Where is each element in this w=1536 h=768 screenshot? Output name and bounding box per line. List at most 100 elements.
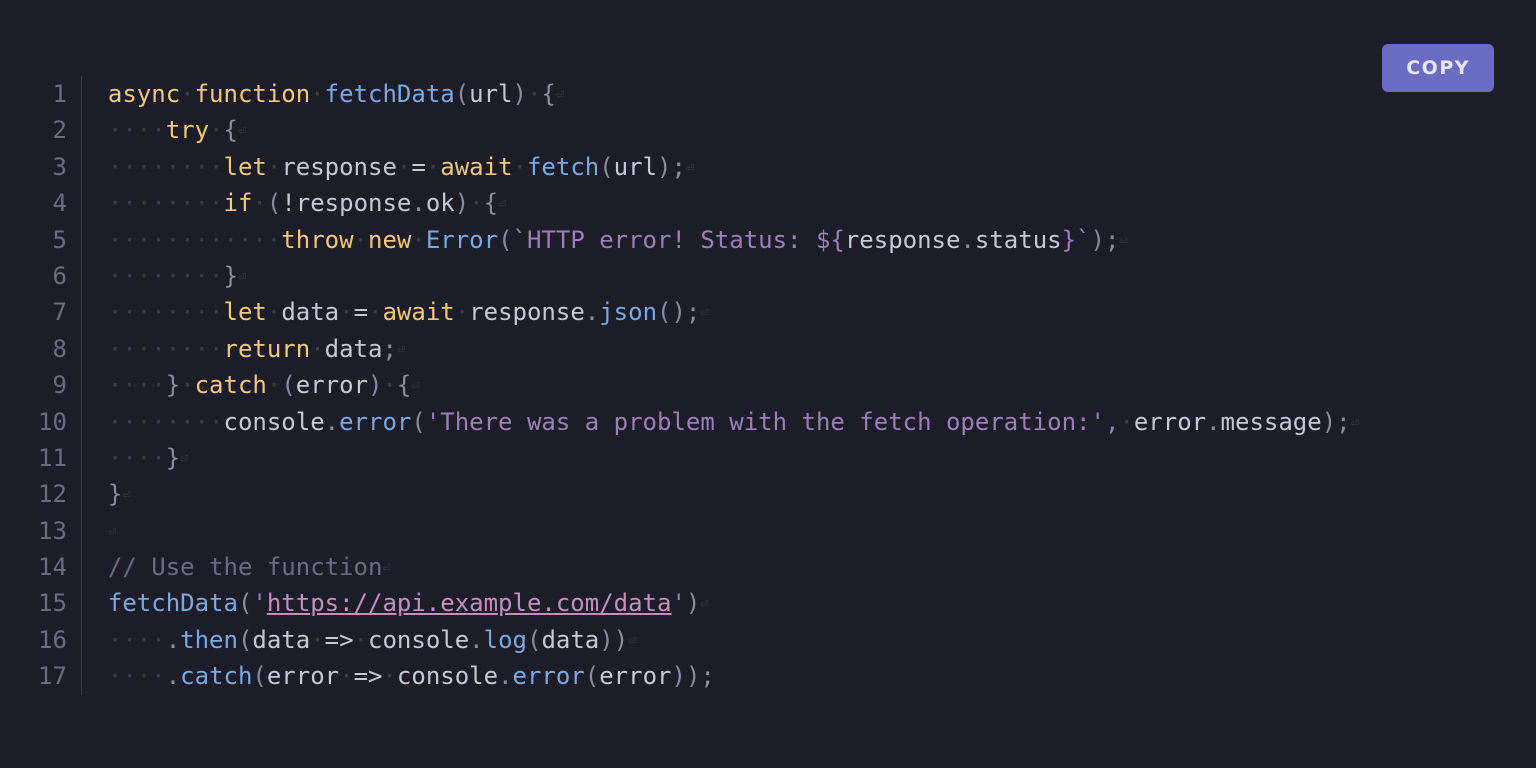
token-ws: · — [354, 226, 368, 254]
token-pn: { — [541, 80, 555, 108]
token-pn: . — [325, 408, 339, 436]
token-ws: · — [310, 626, 324, 654]
token-st: `HTTP error! Status: ${ — [513, 226, 845, 254]
line-number: 8 — [38, 331, 67, 367]
token-pn: ; — [1105, 226, 1119, 254]
token-pn: ) — [671, 298, 685, 326]
token-pn: . — [166, 626, 180, 654]
line-number: 4 — [38, 185, 67, 221]
linefeed-indicator: ⏎ — [238, 123, 246, 139]
linefeed-indicator: ⏎ — [1351, 415, 1359, 431]
token-pn: ( — [238, 589, 252, 617]
line-number: 12 — [38, 476, 67, 512]
line-number: 9 — [38, 367, 67, 403]
token-pn: ; — [382, 335, 396, 363]
token-id: data — [325, 335, 383, 363]
token-pn: ) — [657, 153, 671, 181]
code-line: }⏎ — [108, 476, 1359, 512]
token-kw: await — [440, 153, 512, 181]
linefeed-indicator: ⏎ — [382, 560, 390, 576]
token-id: ok — [426, 189, 455, 217]
token-pn: . — [960, 226, 974, 254]
linefeed-indicator: ⏎ — [498, 196, 506, 212]
token-ws: · — [267, 153, 281, 181]
token-ws: · — [339, 298, 353, 326]
whitespace-indicator: ···· — [108, 444, 166, 472]
token-pn: ) — [1091, 226, 1105, 254]
whitespace-indicator: ···· — [108, 626, 166, 654]
line-number: 14 — [38, 549, 67, 585]
token-pn: ( — [599, 153, 613, 181]
copy-button[interactable]: COPY — [1382, 44, 1494, 92]
token-kw: async — [108, 80, 180, 108]
token-pn: } — [166, 444, 180, 472]
token-pn: } — [224, 262, 238, 290]
token-ws: · — [368, 298, 382, 326]
token-pn: . — [585, 298, 599, 326]
token-pn: . — [166, 662, 180, 690]
token-id: url — [469, 80, 512, 108]
token-id: message — [1221, 408, 1322, 436]
whitespace-indicator: ········ — [108, 262, 224, 290]
whitespace-indicator: ···· — [108, 662, 166, 690]
token-id: console — [397, 662, 498, 690]
line-number-gutter: 1234567891011121314151617 — [38, 76, 81, 695]
line-number: 1 — [38, 76, 67, 112]
token-st: }` — [1062, 226, 1091, 254]
code-line: ········let·response·=·await·fetch(url);… — [108, 149, 1359, 185]
token-ws: · — [339, 662, 353, 690]
token-id: response — [469, 298, 585, 326]
code-line: ····.then(data·=>·console.log(data))⏎ — [108, 622, 1359, 658]
line-number: 5 — [38, 222, 67, 258]
whitespace-indicator: ············ — [108, 226, 281, 254]
token-pn: ) — [513, 80, 527, 108]
token-pn: ( — [267, 189, 281, 217]
token-kw: return — [224, 335, 311, 363]
token-st: 'There was a problem with the fetch oper… — [426, 408, 1105, 436]
code-line: ····}⏎ — [108, 440, 1359, 476]
linefeed-indicator: ⏎ — [1119, 233, 1127, 249]
token-id: url — [614, 153, 657, 181]
token-pn: ( — [281, 371, 295, 399]
line-number: 17 — [38, 658, 67, 694]
line-number: 2 — [38, 112, 67, 148]
token-ws: · — [267, 371, 281, 399]
token-pn: ) — [671, 662, 685, 690]
token-st: ' — [252, 589, 266, 617]
whitespace-indicator: ········ — [108, 298, 224, 326]
code-content[interactable]: async·function·fetchData(url)·{⏎····try·… — [108, 76, 1359, 695]
token-ws: · — [426, 153, 440, 181]
token-pn: ( — [585, 662, 599, 690]
token-lk: https://api.example.com/data — [267, 589, 672, 617]
token-ws: · — [209, 116, 223, 144]
token-pn: ( — [657, 298, 671, 326]
token-pn: ( — [455, 80, 469, 108]
linefeed-indicator: ⏎ — [628, 633, 636, 649]
token-pn: ) — [599, 626, 613, 654]
token-op: ! — [281, 189, 295, 217]
token-fn: catch — [180, 662, 252, 690]
token-id: data — [281, 298, 339, 326]
linefeed-indicator: ⏎ — [700, 596, 708, 612]
linefeed-indicator: ⏎ — [686, 160, 694, 176]
linefeed-indicator: ⏎ — [122, 487, 130, 503]
token-id: console — [224, 408, 325, 436]
code-line: ········if·(!response.ok)·{⏎ — [108, 185, 1359, 221]
token-ws: · — [180, 80, 194, 108]
code-line: ········}⏎ — [108, 258, 1359, 294]
token-kw: if — [224, 189, 253, 217]
token-ws: · — [267, 298, 281, 326]
token-ws: · — [1119, 408, 1133, 436]
linefeed-indicator: ⏎ — [411, 378, 419, 394]
code-line: ········let·data·=·await·response.json()… — [108, 294, 1359, 330]
token-ws: · — [513, 153, 527, 181]
token-kw: await — [382, 298, 454, 326]
token-st: ' — [671, 589, 685, 617]
token-ws: · — [180, 371, 194, 399]
linefeed-indicator: ⏎ — [700, 305, 708, 321]
token-ws: · — [397, 153, 411, 181]
linefeed-indicator: ⏎ — [238, 269, 246, 285]
token-kw: new — [368, 226, 411, 254]
token-kw: catch — [195, 371, 267, 399]
token-kw: try — [166, 116, 209, 144]
